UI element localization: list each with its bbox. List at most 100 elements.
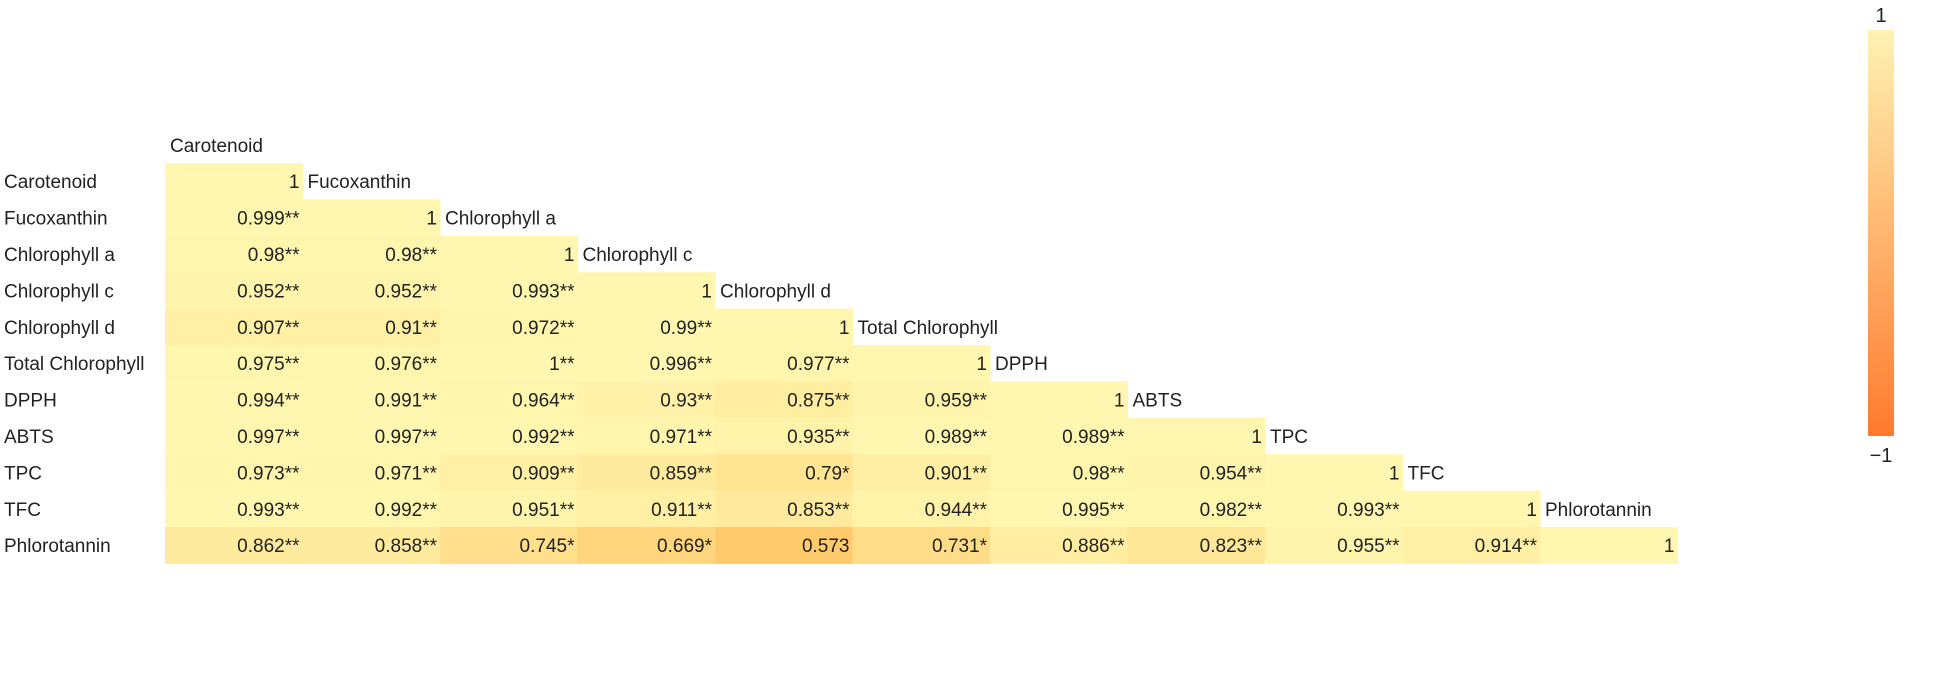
- column-label: Total Chlorophyll: [858, 318, 998, 339]
- cell-value-label: 1: [426, 209, 437, 230]
- cell-value-label: 1: [289, 172, 300, 193]
- cell-value-label: 0.959**: [925, 391, 988, 412]
- column-label: Carotenoid: [170, 136, 263, 157]
- row-label: TPC: [4, 463, 42, 484]
- cell-value-label: 0.952**: [375, 281, 438, 302]
- heatmap-cell: [440, 235, 579, 273]
- heatmap-cell: [990, 381, 1129, 419]
- row-label: Total Chlorophyll: [4, 354, 144, 375]
- heatmap-cell: [1127, 417, 1266, 455]
- column-label: Fucoxanthin: [308, 172, 412, 193]
- cell-value-label: 0.98**: [1073, 463, 1125, 484]
- column-label: Chlorophyll d: [720, 281, 831, 302]
- cell-value-label: 0.977**: [787, 354, 850, 375]
- cell-value-label: 0.875**: [787, 391, 850, 412]
- correlation-heatmap: 1 0.999** 1 0.98** 0.98** 1 0.952** 0.952** 0.99…: [0, 0, 1935, 695]
- cell-value-label: 0.731*: [932, 536, 988, 557]
- cell-value-label: 0.98**: [248, 245, 300, 266]
- cell-value-label: 0.973**: [237, 463, 300, 484]
- colorbar: [1868, 30, 1894, 436]
- row-label: Carotenoid: [4, 172, 97, 193]
- cell-value-label: 0.909**: [512, 463, 575, 484]
- cell-value-label: 0.992**: [375, 500, 438, 521]
- row-label: TFC: [4, 500, 41, 521]
- cell-value-label: 0.975**: [237, 354, 300, 375]
- cell-value-label: 0.745*: [520, 536, 576, 557]
- cell-value-label: 0.989**: [925, 427, 988, 448]
- cell-value-label: 0.997**: [375, 427, 438, 448]
- heatmap-cell: [715, 308, 854, 346]
- heatmap-cell: [1265, 454, 1404, 492]
- cell-value-label: 0.98**: [385, 245, 437, 266]
- row-label: Chlorophyll a: [4, 245, 115, 266]
- cell-value-label: 0.951**: [512, 500, 575, 521]
- cell-value-label: 0.823**: [1200, 536, 1263, 557]
- cell-value-label: 0.954**: [1200, 463, 1263, 484]
- row-label: DPPH: [4, 391, 57, 412]
- cell-value-label: 0.914**: [1475, 536, 1538, 557]
- cell-value-label: 0.972**: [512, 318, 575, 339]
- cell-value-label: 0.859**: [650, 463, 713, 484]
- row-label: Chlorophyll d: [4, 318, 115, 339]
- column-label: ABTS: [1133, 391, 1183, 412]
- cell-value-label: 0.964**: [512, 391, 575, 412]
- row-label: Fucoxanthin: [4, 209, 108, 230]
- cell-value-label: 0.991**: [375, 391, 438, 412]
- cell-value-label: 0.901**: [925, 463, 988, 484]
- column-label: Phlorotannin: [1545, 500, 1652, 521]
- column-label: TPC: [1270, 427, 1308, 448]
- cell-value-label: 1: [1526, 500, 1537, 521]
- cell-value-label: 0.955**: [1337, 536, 1400, 557]
- cell-value-label: 1: [839, 318, 850, 339]
- heatmap-svg: 1 0.999** 1 0.98** 0.98** 1 0.952** 0.952** 0.99…: [4, 5, 1894, 564]
- cell-value-label: 1: [701, 281, 712, 302]
- cell-value-label: 1: [1114, 391, 1125, 412]
- cell-value-label: 0.99**: [660, 318, 712, 339]
- cell-value-label: 0.858**: [375, 536, 438, 557]
- cell-value-label: 0.982**: [1200, 500, 1263, 521]
- row-label: ABTS: [4, 427, 54, 448]
- cell-value-label: 0.989**: [1062, 427, 1125, 448]
- colorbar-min-label: −1: [1870, 445, 1893, 467]
- heatmap-cell: [1402, 490, 1541, 528]
- cell-value-label: 0.971**: [650, 427, 713, 448]
- cell-value-label: 0.999**: [237, 209, 300, 230]
- colorbar-max-label: 1: [1875, 5, 1886, 27]
- cell-value-label: 0.573: [802, 536, 850, 557]
- cell-value-label: 0.997**: [237, 427, 300, 448]
- heatmap-cell: [577, 272, 716, 310]
- cell-value-label: 0.993**: [1337, 500, 1400, 521]
- column-label: DPPH: [995, 354, 1048, 375]
- column-label: TFC: [1408, 463, 1445, 484]
- cell-value-label: 0.907**: [237, 318, 300, 339]
- column-label: Chlorophyll a: [445, 209, 556, 230]
- cell-value-label: 0.971**: [375, 463, 438, 484]
- heatmap-cell: [165, 163, 304, 200]
- heatmap-cell: [852, 345, 991, 382]
- column-label: Chlorophyll c: [583, 245, 693, 266]
- cell-value-label: 1: [1251, 427, 1262, 448]
- cell-value-label: 0.993**: [237, 500, 300, 521]
- cell-value-label: 0.976**: [375, 354, 438, 375]
- cell-value-label: 0.911**: [651, 500, 713, 521]
- cell-value-label: 0.995**: [1062, 500, 1125, 521]
- cell-value-label: 1: [1389, 463, 1400, 484]
- cell-value-label: 0.935**: [787, 427, 850, 448]
- heatmap-cell: [302, 199, 441, 237]
- cell-value-label: 1: [976, 354, 987, 375]
- cell-value-label: 0.853**: [787, 500, 850, 521]
- heatmap-cell: [1540, 527, 1679, 564]
- cell-value-label: 0.944**: [925, 500, 988, 521]
- cell-value-label: 0.886**: [1062, 536, 1125, 557]
- cell-value-label: 0.996**: [650, 354, 713, 375]
- cell-value-label: 0.91**: [385, 318, 437, 339]
- cell-value-label: 0.993**: [512, 281, 575, 302]
- cell-value-label: 1**: [549, 354, 575, 375]
- cell-value-label: 1: [1664, 536, 1675, 557]
- cell-value-label: 0.992**: [512, 427, 575, 448]
- cell-value-label: 0.79*: [805, 463, 850, 484]
- cell-value-label: 0.862**: [237, 536, 300, 557]
- cell-value-label: 0.994**: [237, 391, 300, 412]
- cell-value-label: 0.669*: [657, 536, 713, 557]
- row-label: Chlorophyll c: [4, 281, 114, 302]
